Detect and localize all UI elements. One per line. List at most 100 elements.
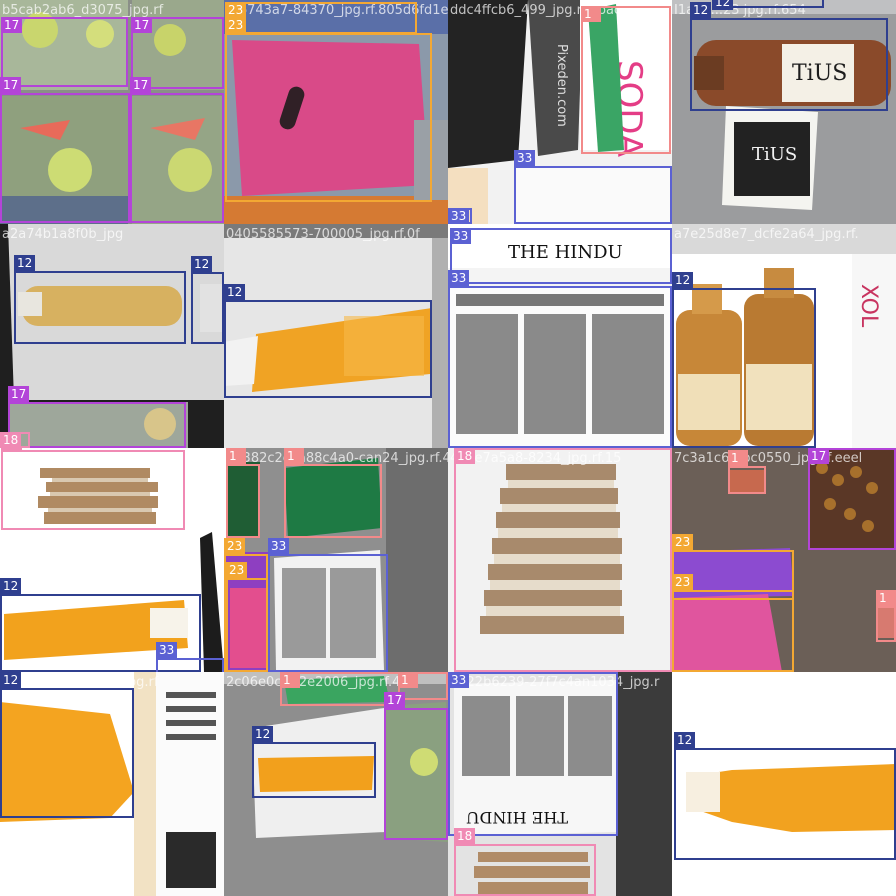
class-tag: 17 xyxy=(808,448,830,464)
bbox-33: 33 xyxy=(448,270,672,448)
tile-6: 0405585573-700005_jpg.rf.0f 12 xyxy=(224,224,448,448)
bbox-23: 23 xyxy=(672,574,794,672)
tile-11: 4a6e7a5a8-8234_jpg.rf.15 18 xyxy=(448,448,672,672)
bbox-1: 1 xyxy=(728,450,766,494)
svg-text:TiUS: TiUS xyxy=(752,144,797,165)
bbox-17: 17 xyxy=(384,692,448,840)
bbox-23: 23 xyxy=(225,2,417,34)
filename-label: 0405585573-700005_jpg.rf.0f xyxy=(226,227,420,242)
class-tag: 23 xyxy=(672,534,694,550)
bbox-23: 23 xyxy=(225,17,432,202)
bbox-12: 12 xyxy=(252,726,376,798)
class-tag: 33 xyxy=(448,270,470,286)
bbox-33: 33 xyxy=(448,672,618,836)
class-tag: 12 xyxy=(0,672,22,688)
bbox-12: 12 xyxy=(690,2,888,111)
bbox-1: 1 xyxy=(398,672,448,700)
bbox-12: 12 xyxy=(712,0,824,10)
tile-16: 5a9c95b89-8ac0n788_jpg.rf.c 12 xyxy=(672,672,896,896)
class-tag: 1 xyxy=(280,672,300,688)
bbox-1: 1 xyxy=(876,590,896,642)
tile-7: THE HINDU f0d90b8d_7ca3_jpg.rf.4490818d2… xyxy=(448,224,672,448)
bbox-18: 18 xyxy=(454,828,596,896)
class-tag: 1 xyxy=(226,448,246,464)
class-tag: 33 xyxy=(448,208,470,224)
filename-label: a7e25d8e7_dcfe2a64_jpg.rf. xyxy=(674,227,859,242)
class-tag: 23 xyxy=(225,2,247,18)
class-tag: 23 xyxy=(226,562,248,578)
class-tag: 17 xyxy=(130,77,152,93)
class-tag: 12 xyxy=(690,2,712,18)
class-tag: 23 xyxy=(225,17,247,33)
bbox-12: 12 xyxy=(191,256,224,344)
class-tag: 17 xyxy=(384,692,406,708)
class-tag: 1 xyxy=(728,450,748,466)
tile-12: 7c3a1c6-8bc0550_jpg.rf.eeel 1 17 23 23 1 xyxy=(672,448,896,672)
tile-2: 1f6743a7-84370_jpg.rf.805d6fd1e91 23 23 xyxy=(224,0,448,224)
bbox-33: 33 xyxy=(448,208,472,224)
bbox-33: 33 xyxy=(514,150,672,224)
bbox-17: 17 xyxy=(808,448,896,550)
class-tag: 17 xyxy=(8,386,30,402)
class-tag: 12 xyxy=(674,732,696,748)
bbox-17: 17 xyxy=(130,77,224,223)
class-tag: 17 xyxy=(131,17,153,33)
bbox-17: 17 xyxy=(0,77,130,223)
class-tag: 12 xyxy=(224,284,246,300)
class-tag: 1 xyxy=(398,672,418,688)
filename-label: a2a74b1a8f0b_jpg xyxy=(2,227,124,242)
bbox-33: 33 xyxy=(450,228,672,284)
class-tag: 12 xyxy=(191,256,213,272)
class-tag: 12 xyxy=(0,578,22,594)
tile-1: b5cab2ab6_d3075_jpg.rf 17 17 17 17 xyxy=(0,0,224,224)
bbox-1: 1 xyxy=(284,448,382,538)
bbox-12: 12 xyxy=(14,255,186,344)
class-tag: 23 xyxy=(672,574,694,590)
class-tag: 12 xyxy=(712,0,734,10)
bbox-12: 12 xyxy=(672,272,816,448)
class-tag: 1 xyxy=(876,590,896,606)
bbox-33: 33 xyxy=(268,538,388,672)
bbox-23: 23 xyxy=(226,562,270,672)
bbox-33: 33 xyxy=(156,642,224,672)
tile-10: 19382c2eca88c4a0-can24_jpg.rf.40 1 1 23 … xyxy=(224,448,448,672)
class-tag: 33 xyxy=(268,538,290,554)
class-tag: 17 xyxy=(1,17,23,33)
bbox-18: 18 xyxy=(1,448,185,530)
class-tag: 17 xyxy=(0,77,22,93)
class-tag: 33 xyxy=(448,672,470,688)
tile-13: f2314d91-R_2032_jpg.rf 12 xyxy=(0,672,224,896)
class-tag: 1 xyxy=(581,6,601,22)
tile-4: TiUS TiUS I1a49...23 jpg.rf.654 12 12 xyxy=(672,0,896,224)
watermark-text: Pixeden.com xyxy=(554,44,569,127)
svg-text:XOL: XOL xyxy=(856,284,881,328)
tile-3: SODA ddc4ffcb6_499_jpg.rf.ebacd Pixeden.… xyxy=(448,0,672,224)
class-tag: 18 xyxy=(454,448,476,464)
bbox-12: 12 xyxy=(224,284,432,398)
tile-8: XOL a7e25d8e7_dcfe2a64_jpg.rf. 12 xyxy=(672,224,896,448)
bbox-1: 1 xyxy=(280,672,400,706)
class-tag: 12 xyxy=(672,272,694,288)
bbox-18: 18 xyxy=(454,448,672,672)
class-tag: 18 xyxy=(454,828,476,844)
class-tag: 12 xyxy=(252,726,274,742)
filename-label: 5a9c95b89-8ac0n788_jpg.rf.c xyxy=(674,675,868,690)
tile-5: a2a74b1a8f0b_jpg 12 12 17 18 xyxy=(0,224,224,448)
class-tag: 12 xyxy=(14,255,36,271)
svg-text:Pixeden.com: Pixeden.com xyxy=(554,44,569,127)
bbox-1: 1 xyxy=(581,6,671,154)
class-tag: 33 xyxy=(156,642,178,658)
class-tag: 1 xyxy=(284,448,304,464)
tile-14: 2c06e0cf6-2e2006_jpg.rf.416 1 1 12 17 xyxy=(224,672,448,896)
tile-15: THE HINDU 5b22b6239-27f7c4an1034_jpg.r 3… xyxy=(448,672,672,896)
class-tag: 18 xyxy=(0,432,22,448)
bbox-1: 1 xyxy=(226,448,260,538)
mosaic-grid: b5cab2ab6_d3075_jpg.rf 17 17 17 17 1f674… xyxy=(0,0,896,896)
bbox-18: 18 xyxy=(0,432,30,448)
class-tag: 33 xyxy=(514,150,536,166)
class-tag: 33 xyxy=(450,228,472,244)
bbox-12: 12 xyxy=(0,672,134,818)
class-tag: 18 xyxy=(1,448,23,450)
tile-9: f832fa78-R_3657_jpg.rf.953e 18 12 33 xyxy=(0,448,224,672)
class-tag: 23 xyxy=(224,538,246,554)
